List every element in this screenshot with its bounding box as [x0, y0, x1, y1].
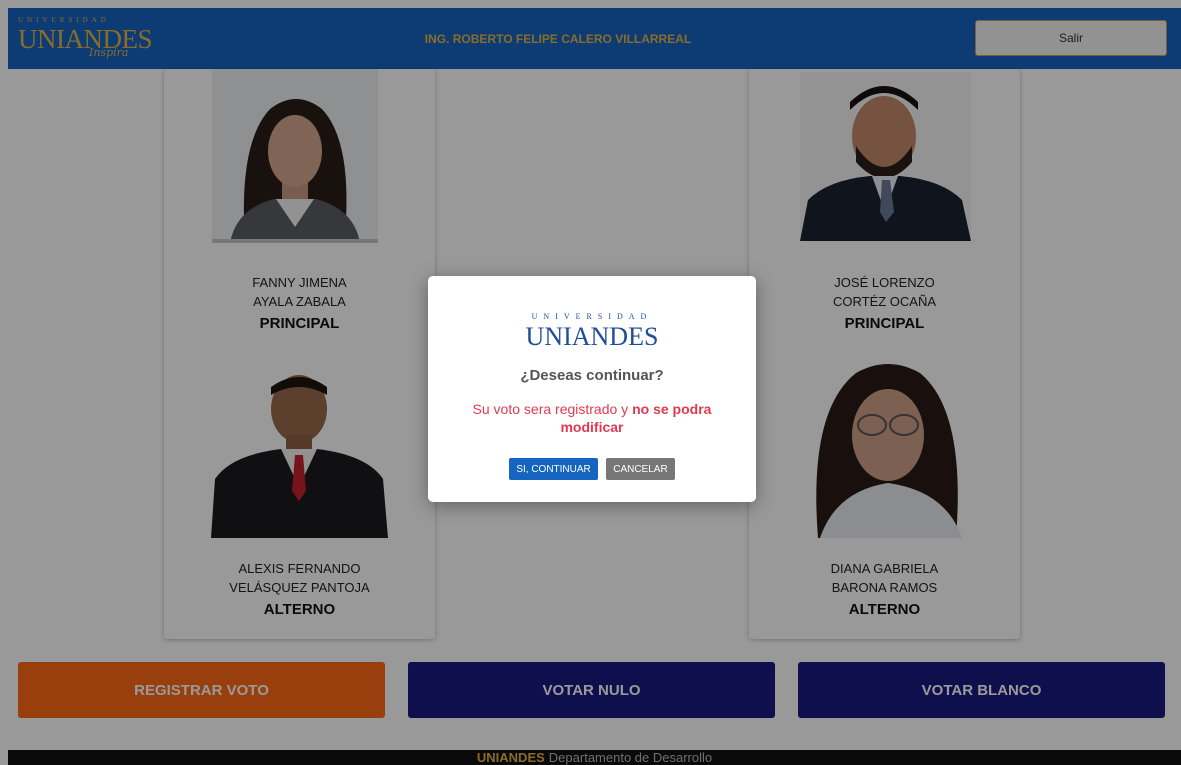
cancel-button[interactable]: CANCELAR [606, 458, 675, 480]
modal-message-normal: Su voto sera registrado y [472, 401, 629, 417]
confirm-vote-dialog: UNIVERSIDAD UNIANDES ¿Deseas continuar? … [428, 276, 756, 502]
modal-logo-name-text: UNIANDES [525, 322, 659, 351]
confirm-continue-button[interactable]: SI, CONTINUAR [509, 458, 598, 480]
modal-title: ¿Deseas continuar? [520, 367, 664, 384]
modal-buttons: SI, CONTINUAR CANCELAR [428, 458, 756, 480]
modal-logo-universidad-text: UNIVERSIDAD [531, 312, 653, 321]
modal-message: Su voto sera registrado y no se podra mo… [448, 400, 736, 436]
